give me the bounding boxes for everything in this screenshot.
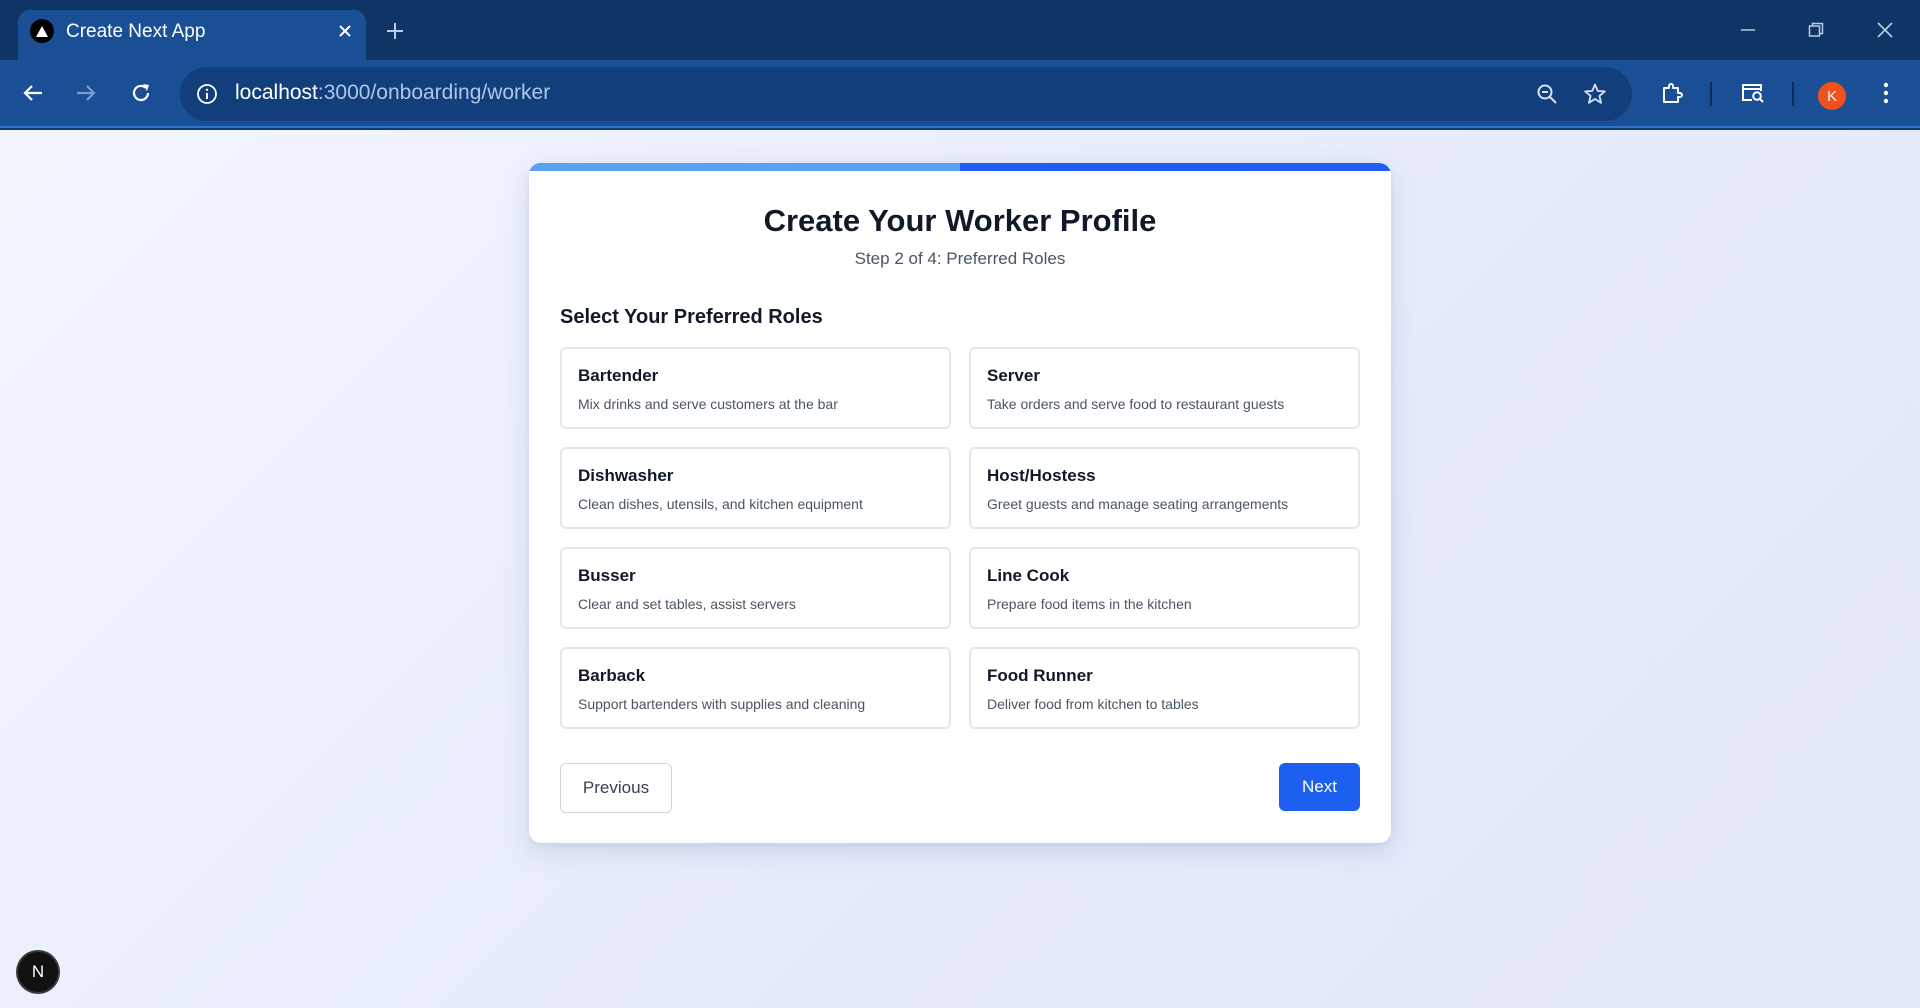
role-name: Busser: [578, 566, 636, 585]
section-title: Select Your Preferred Roles: [560, 306, 823, 328]
role-name: Server: [987, 366, 1040, 385]
role-name: Line Cook: [987, 566, 1070, 585]
role-option-server[interactable]: Server Take orders and serve food to res…: [969, 347, 1360, 429]
reload-icon[interactable]: [122, 74, 160, 112]
extensions-icon[interactable]: [1653, 74, 1691, 112]
previous-button[interactable]: Previous: [560, 763, 672, 813]
role-option-line-cook[interactable]: Line Cook Prepare food items in the kitc…: [969, 547, 1360, 629]
nextjs-dev-badge[interactable]: N: [18, 952, 58, 992]
role-description: Clean dishes, utensils, and kitchen equi…: [578, 496, 863, 512]
tab-title: Create Next App: [66, 21, 206, 42]
role-option-barback[interactable]: Barback Support bartenders with supplies…: [560, 647, 951, 729]
bookmark-star-icon[interactable]: [1580, 79, 1610, 109]
profile-avatar[interactable]: K: [1818, 82, 1846, 110]
onboarding-card: Create Your Worker Profile Step 2 of 4: …: [529, 163, 1391, 843]
browser-menu-icon[interactable]: [1867, 74, 1905, 112]
role-description: Deliver food from kitchen to tables: [987, 696, 1199, 712]
toolbar-separator: [1710, 82, 1712, 106]
role-description: Clear and set tables, assist servers: [578, 596, 796, 612]
role-option-busser[interactable]: Busser Clear and set tables, assist serv…: [560, 547, 951, 629]
role-name: Food Runner: [987, 666, 1093, 685]
role-option-dishwasher[interactable]: Dishwasher Clean dishes, utensils, and k…: [560, 447, 951, 529]
browser-tab[interactable]: Create Next App: [18, 10, 366, 60]
role-option-food-runner[interactable]: Food Runner Deliver food from kitchen to…: [969, 647, 1360, 729]
close-tab-icon[interactable]: [332, 18, 358, 44]
role-description: Prepare food items in the kitchen: [987, 596, 1192, 612]
role-description: Support bartenders with supplies and cle…: [578, 696, 866, 712]
tab-search-icon[interactable]: [1734, 74, 1772, 112]
close-window-icon[interactable]: [1865, 14, 1905, 46]
role-name: Barback: [578, 666, 646, 685]
roles-grid: Bartender Mix drinks and serve customers…: [560, 347, 1360, 729]
new-tab-icon[interactable]: [380, 16, 410, 46]
role-name: Host/Hostess: [987, 466, 1096, 485]
role-description: Mix drinks and serve customers at the ba…: [578, 396, 838, 412]
url-host: localhost: [235, 81, 318, 104]
browser-toolbar: localhost:3000/onboarding/worker K: [0, 60, 1920, 128]
role-option-bartender[interactable]: Bartender Mix drinks and serve customers…: [560, 347, 951, 429]
back-arrow-icon[interactable]: [14, 74, 52, 112]
nextjs-favicon-icon: [30, 19, 54, 43]
role-option-host-hostess[interactable]: Host/Hostess Greet guests and manage sea…: [969, 447, 1360, 529]
url-text[interactable]: localhost:3000/onboarding/worker: [235, 81, 550, 105]
toolbar-separator: [1792, 82, 1794, 106]
site-info-icon[interactable]: [192, 79, 222, 109]
role-name: Bartender: [578, 366, 659, 385]
zoom-icon[interactable]: [1532, 79, 1562, 109]
restore-icon[interactable]: [1796, 14, 1836, 46]
browser-tabstrip: Create Next App: [0, 0, 1920, 60]
role-name: Dishwasher: [578, 466, 674, 485]
page-viewport: Create Your Worker Profile Step 2 of 4: …: [0, 130, 1920, 1008]
url-path: :3000/onboarding/worker: [317, 81, 551, 104]
page-title: Create Your Worker Profile: [763, 203, 1157, 238]
role-description: Greet guests and manage seating arrangem…: [987, 496, 1289, 512]
address-bar[interactable]: localhost:3000/onboarding/worker: [180, 67, 1632, 121]
progress-bar-fill: [529, 163, 960, 171]
forward-arrow-icon[interactable]: [67, 74, 105, 112]
next-button[interactable]: Next: [1279, 763, 1360, 811]
progress-bar: [529, 163, 1391, 171]
role-description: Take orders and serve food to restaurant…: [987, 396, 1285, 412]
step-indicator: Step 2 of 4: Preferred Roles: [854, 249, 1066, 268]
minimize-icon[interactable]: [1728, 14, 1768, 46]
